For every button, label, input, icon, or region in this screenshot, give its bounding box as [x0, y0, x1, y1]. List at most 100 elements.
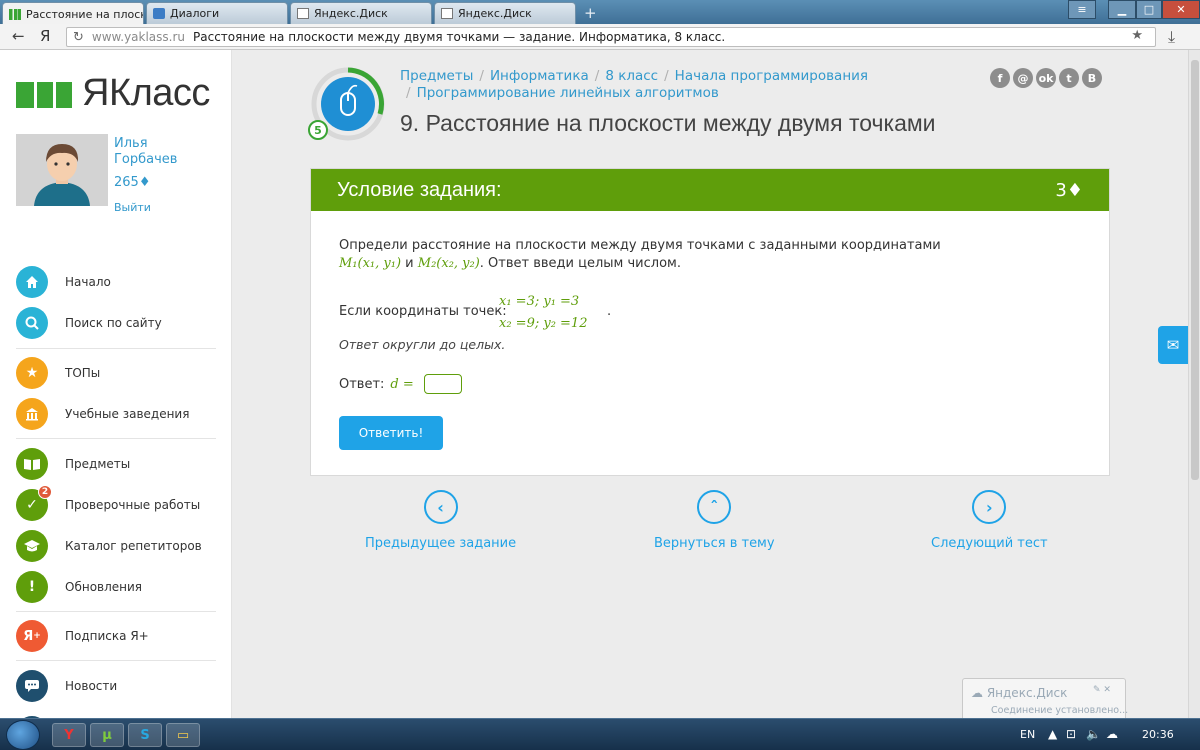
task-body: Определи расстояние на плоскости между д… [311, 211, 1109, 450]
window-close-icon[interactable]: ✕ [1162, 0, 1200, 19]
reload-icon[interactable]: ↻ [73, 30, 84, 45]
page-title: 9. Расстояние на плоскости между двумя т… [400, 110, 936, 136]
avatar[interactable] [16, 134, 108, 206]
level-badge: 5 [308, 120, 328, 140]
prev-task-link[interactable]: ‹ Предыдущее задание [365, 490, 516, 551]
breadcrumb-item[interactable]: Программирование линейных алгоритмов [417, 85, 719, 101]
task-text-line: Определи расстояние на плоскости между д… [339, 238, 941, 253]
sidebar-item-label: Обновления [65, 580, 143, 594]
vkontakte-icon[interactable]: B [1082, 68, 1102, 88]
logo-text: ЯКласс [82, 72, 210, 114]
sidebar-item-schools[interactable]: Учебные заведения [16, 396, 216, 432]
yandex-button[interactable]: Я [40, 27, 50, 45]
skype-icon[interactable]: S [128, 723, 162, 747]
sidebar-item-updates[interactable]: ! Обновления [16, 569, 216, 605]
language-indicator[interactable]: EN [1020, 728, 1035, 741]
tab-label: Яндекс.Диск [458, 7, 532, 20]
network-icon[interactable]: ⊡ [1066, 727, 1076, 741]
tab-label: Диалоги [170, 7, 220, 20]
scrollbar-thumb[interactable] [1191, 60, 1199, 480]
document-icon [441, 8, 453, 19]
answer-input[interactable] [423, 374, 462, 394]
yandex-disk-icon [297, 8, 309, 19]
breadcrumb-item[interactable]: 8 класс [605, 68, 658, 84]
download-icon[interactable]: ⤓ [1168, 27, 1175, 47]
prev-task-label: Предыдущее задание [365, 536, 517, 551]
user-name[interactable]: Илья Горбачев [114, 136, 214, 168]
chevron-left-icon: ‹ [423, 490, 458, 524]
browser-menu-icon[interactable]: ≡ [1068, 0, 1096, 19]
tab-yaklass[interactable]: Расстояние на плоско ✕ [2, 2, 144, 25]
next-test-label: Следующий тест [931, 536, 1048, 551]
new-tab-icon[interactable]: + [584, 4, 597, 22]
sidebar-item-news[interactable]: Новости [16, 668, 216, 704]
sidebar-item-tests[interactable]: ✓ 2 Проверочные работы [16, 485, 216, 523]
sidebar-item-label: Проверочные работы [65, 498, 201, 512]
answer-row: Ответ: d = [339, 374, 1109, 394]
tray-arrow-icon[interactable]: ▲ [1048, 727, 1057, 741]
next-test-link[interactable]: › Следующий тест [931, 490, 1048, 551]
sidebar-item-search[interactable]: Поиск по сайту [16, 305, 216, 341]
chevron-right-icon: › [972, 490, 1007, 524]
yandex-disk-notification[interactable]: ☁ Яндекс.Диск ✎ ✕ Соединение установлено… [962, 678, 1129, 722]
folder-icon[interactable]: ▭ [166, 723, 200, 747]
coord-line-1: x₁ =3; y₁ =3 [499, 294, 580, 309]
bookmark-star-icon[interactable]: ★ [1131, 28, 1143, 43]
task-text-line: . Ответ введи целым числом. [479, 256, 681, 271]
address-bar: ← Я ↻ www.yaklass.ru Расстояние на плоск… [0, 24, 1200, 50]
tab-yandex-disk-2[interactable]: Яндекс.Диск [434, 2, 576, 24]
submit-button[interactable]: Ответить! [339, 416, 443, 450]
yandex-disk-tray-icon[interactable]: ☁ [1106, 727, 1118, 741]
breadcrumb-item[interactable]: Начала программирования [675, 68, 868, 84]
back-to-topic-link[interactable]: ˆ Вернуться в тему [654, 490, 775, 551]
breadcrumb-item[interactable]: Предметы [400, 68, 473, 84]
sidebar-item-label: ТОПы [65, 366, 101, 380]
sidebar-item-tutors[interactable]: Каталог репетиторов [16, 528, 216, 564]
utorrent-icon[interactable]: µ [90, 723, 124, 747]
windows-taskbar: Y µ S ▭ EN ▲ ⊡ 🔈 ☁ 20:36 [0, 718, 1200, 750]
chat-icon [16, 670, 48, 702]
sidebar-item-label: Поиск по сайту [65, 316, 162, 330]
point-m1: M₁(x₁, y₁) [339, 256, 402, 271]
site-logo[interactable]: ЯКласс [16, 72, 210, 115]
sidebar-item-tops[interactable]: ★ ТОПы [16, 355, 216, 391]
logout-link[interactable]: Выйти [114, 201, 151, 214]
sidebar-item-subscription[interactable]: Я + Подписка Я+ [16, 618, 216, 654]
task-card: Условие задания: 3♦ Определи расстояние … [310, 168, 1110, 476]
divider [16, 348, 216, 349]
breadcrumb-item[interactable]: Информатика [490, 68, 589, 84]
url-field[interactable]: ↻ www.yaklass.ru Расстояние на плоскости… [66, 27, 1156, 47]
url-domain: www.yaklass.ru [91, 30, 186, 44]
volume-icon[interactable]: 🔈 [1086, 727, 1101, 741]
feedback-mail-icon[interactable]: ✉ [1158, 326, 1188, 364]
facebook-icon[interactable]: f [990, 68, 1010, 88]
tab-label: Расстояние на плоско [26, 7, 144, 21]
back-arrow-icon[interactable]: ← [12, 27, 25, 45]
point-m2: M₂(x₂, y₂) [417, 256, 480, 271]
tab-yandex-disk[interactable]: Яндекс.Диск [290, 2, 432, 24]
breadcrumb: Предметы / Информатика/8 класс / Начала прог… [400, 68, 869, 101]
odnoklassniki-icon[interactable]: ok [1036, 68, 1056, 88]
search-icon [16, 307, 48, 339]
coords-label: Если координаты точек: [339, 304, 507, 319]
mail-icon[interactable]: @ [1013, 68, 1033, 88]
twitter-icon[interactable]: t [1059, 68, 1079, 88]
chevron-up-icon: ˆ [697, 490, 732, 524]
divider [16, 660, 216, 661]
task-header-title: Условие задания: [337, 178, 502, 201]
exclamation-icon: ! [16, 571, 48, 603]
notification-controls-icon[interactable]: ✎ ✕ [1093, 685, 1111, 695]
browser-tab-strip: Расстояние на плоско ✕ Диалоги Яндекс.Ди… [0, 0, 1200, 25]
tab-dialogs[interactable]: Диалоги [146, 2, 288, 24]
start-button-icon[interactable] [6, 720, 40, 750]
notification-subtitle: Соединение установлено... [991, 705, 1129, 716]
main-content: 5 Предметы / Информатика/8 класс / Начала пр… [308, 50, 1110, 718]
minimize-icon[interactable]: ▁ [1108, 0, 1136, 19]
sidebar-item-label: Подписка Я+ [65, 629, 149, 643]
sidebar-item-subjects[interactable]: Предметы [16, 446, 216, 482]
book-icon [16, 448, 48, 480]
yandex-browser-icon[interactable]: Y [52, 723, 86, 747]
page-scrollbar[interactable] [1188, 50, 1200, 718]
sidebar-item-home[interactable]: Начало [16, 264, 216, 300]
maximize-icon[interactable]: □ [1136, 0, 1162, 19]
